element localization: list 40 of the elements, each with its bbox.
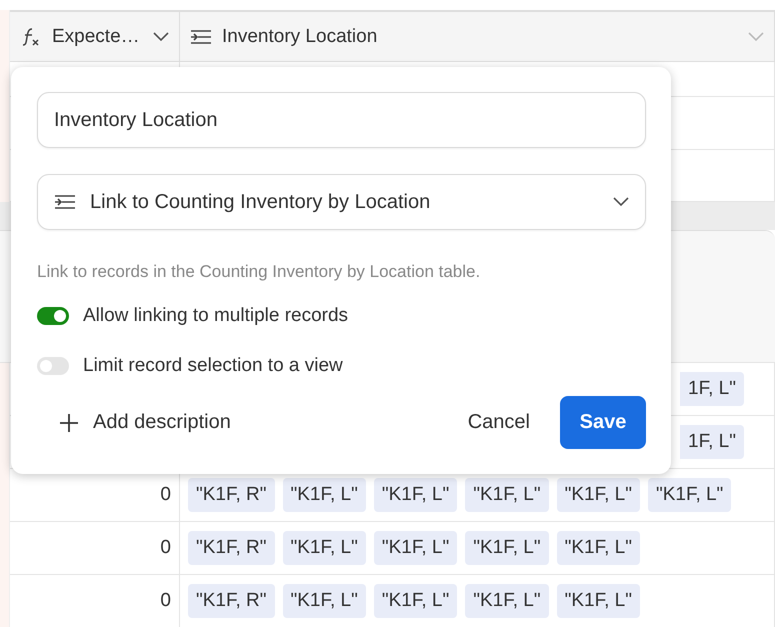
- plus-icon: [59, 412, 79, 432]
- linked-record-chip[interactable]: "K1F, L": [465, 584, 549, 618]
- column-header[interactable]: Expecte…: [10, 10, 180, 62]
- linked-record-chip[interactable]: "K1F, L": [374, 584, 458, 618]
- linked-record-chip[interactable]: "K1F, L": [465, 478, 549, 512]
- field-description: Link to records in the Counting Inventory by Location table.: [37, 262, 482, 282]
- field-type-select[interactable]: Link to Counting Inventory by Location: [37, 174, 646, 230]
- chevron-down-icon: [748, 32, 764, 42]
- toggle-switch[interactable]: [37, 307, 69, 325]
- linked-record-chip[interactable]: "K1F, L": [374, 531, 458, 565]
- linked-record-chip[interactable]: "K1F, L": [374, 478, 458, 512]
- linked-record-chip[interactable]: "K1F, L": [282, 478, 366, 512]
- save-button[interactable]: Save: [560, 396, 646, 449]
- number-text: 0: [160, 484, 171, 506]
- linked-record-chip[interactable]: "K1F, L": [282, 531, 366, 565]
- linked-record-chip[interactable]: "K1F, L": [556, 478, 640, 512]
- chevron-down-icon: [153, 32, 169, 42]
- cancel-button[interactable]: Cancel: [448, 401, 550, 444]
- field-name-input[interactable]: Inventory Location: [37, 92, 646, 148]
- linked-record-chip[interactable]: "K1F, L": [465, 531, 549, 565]
- number-text: 0: [160, 537, 171, 559]
- link-field-icon: [54, 194, 76, 210]
- linked-record-chip[interactable]: "K1F, L": [282, 584, 366, 618]
- linked-record-chip[interactable]: "K1F, L": [556, 584, 640, 618]
- column-header[interactable]: Inventory Location: [180, 10, 775, 62]
- linked-record-chip[interactable]: "K1F, L": [648, 478, 732, 512]
- linked-record-chip[interactable]: "K1F, R": [188, 478, 275, 512]
- linked-record-chip[interactable]: "K1F, R": [188, 584, 275, 618]
- chevron-down-icon: [613, 197, 629, 207]
- toggle-label: Allow linking to multiple records: [83, 305, 348, 327]
- linked-record-chip[interactable]: 1F, L": [680, 372, 744, 406]
- number-text: 0: [160, 590, 171, 612]
- row-gutter: [0, 575, 10, 627]
- linked-record-chip[interactable]: "K1F, L": [556, 531, 640, 565]
- link-field-icon: [190, 28, 212, 44]
- linked-record-chip[interactable]: "K1F, R": [188, 531, 275, 565]
- linked-record-chip[interactable]: 1F, L": [680, 425, 744, 459]
- add-description-button[interactable]: Add description: [37, 411, 231, 434]
- toggle-switch[interactable]: [37, 357, 69, 375]
- toggle-label: Limit record selection to a view: [83, 355, 343, 377]
